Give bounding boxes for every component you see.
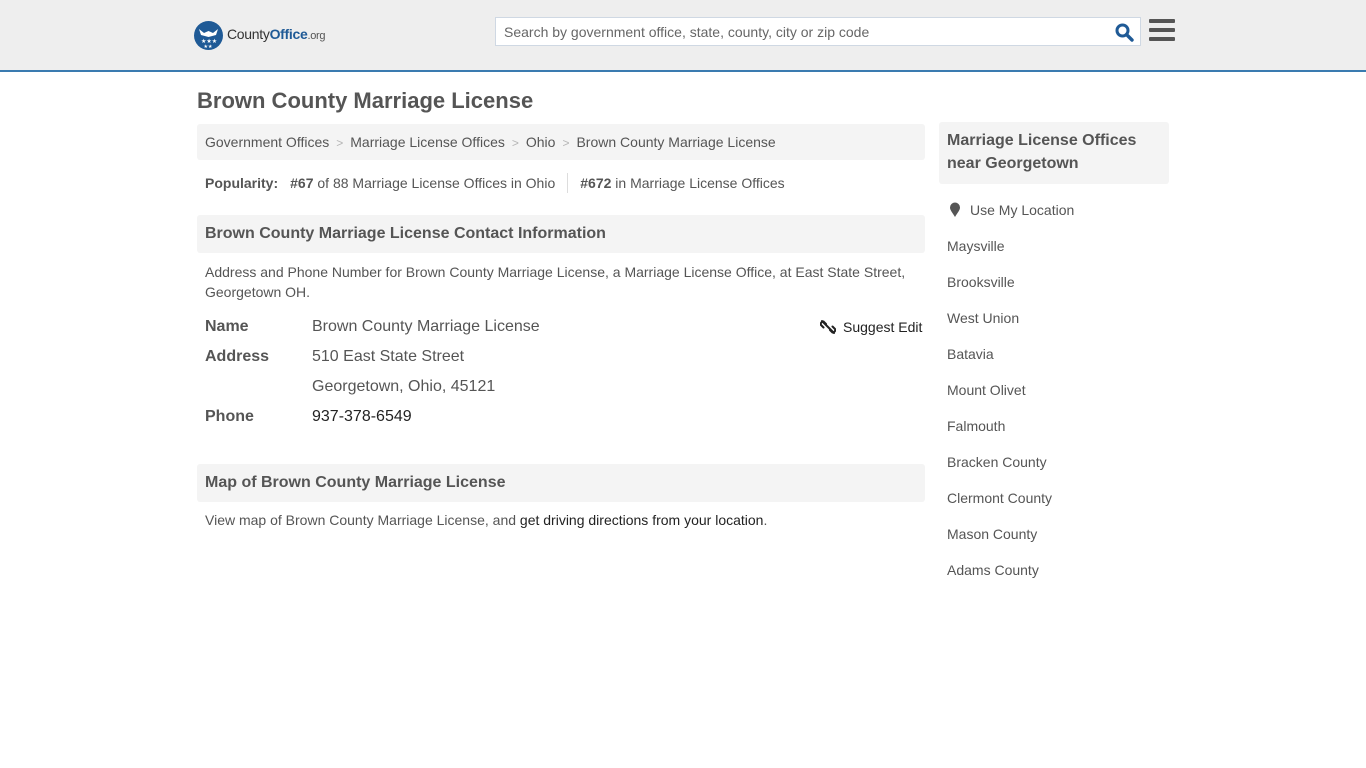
use-my-location: Use My Location bbox=[949, 201, 1074, 219]
state-rank: #67 bbox=[290, 175, 314, 191]
nearby-link-falmouth[interactable]: Falmouth bbox=[947, 418, 1005, 434]
nearby-link-mount-olivet[interactable]: Mount Olivet bbox=[947, 382, 1026, 398]
contact-section-heading: Brown County Marriage License Contact In… bbox=[197, 215, 925, 253]
nearby-link-clermont-county[interactable]: Clermont County bbox=[947, 490, 1052, 506]
breadcrumb: Government Offices > Marriage License Offi… bbox=[197, 124, 925, 160]
page-title: Brown County Marriage License bbox=[197, 88, 534, 113]
nearby-link-maysville[interactable]: Maysville bbox=[947, 238, 1005, 254]
name-label: Name bbox=[205, 318, 249, 335]
popularity: Popularity: #67 of 88 Marriage License O… bbox=[205, 172, 785, 194]
nearby-link-bracken-county[interactable]: Bracken County bbox=[947, 454, 1047, 470]
breadcrumb-separator: > bbox=[336, 136, 344, 150]
national-rank-text: in Marriage License Offices bbox=[615, 175, 785, 191]
list-item: Batavia bbox=[947, 345, 1052, 381]
menu-bar bbox=[1149, 28, 1175, 32]
national-rank: #672 bbox=[580, 175, 612, 191]
search-box bbox=[495, 17, 1141, 46]
search-input[interactable] bbox=[496, 18, 1096, 45]
site-header: ★★★ ★★ CountyOffice.org bbox=[0, 0, 1366, 72]
nearby-link-west-union[interactable]: West Union bbox=[947, 310, 1019, 326]
phone-label: Phone bbox=[205, 408, 254, 425]
list-item: Maysville bbox=[947, 237, 1052, 273]
divider bbox=[567, 173, 569, 193]
logo-text: CountyOffice.org bbox=[227, 26, 326, 42]
breadcrumb-separator: > bbox=[562, 136, 570, 150]
search-button[interactable] bbox=[1112, 21, 1136, 43]
address-line1: 510 East State Street bbox=[312, 348, 465, 365]
contact-description: Address and Phone Number for Brown Count… bbox=[205, 264, 906, 300]
name-value: Brown County Marriage License bbox=[312, 318, 540, 335]
search-icon bbox=[1115, 23, 1134, 42]
map-text: View map of Brown County Marriage Licens… bbox=[205, 512, 520, 528]
list-item: Adams County bbox=[947, 561, 1052, 597]
breadcrumb-item-current[interactable]: Brown County Marriage License bbox=[576, 134, 775, 150]
address-line2: Georgetown, Ohio, 45121 bbox=[312, 378, 496, 395]
breadcrumb-item-marriage-license-offices[interactable]: Marriage License Offices bbox=[350, 134, 505, 150]
nearby-link-batavia[interactable]: Batavia bbox=[947, 346, 994, 362]
eagle-badge-icon: ★★★ ★★ bbox=[194, 20, 223, 50]
map-text-end: . bbox=[763, 512, 768, 528]
list-item: Brooksville bbox=[947, 273, 1052, 309]
map-pin-icon bbox=[950, 202, 960, 217]
driving-directions-link[interactable]: get driving directions from your locatio… bbox=[520, 512, 764, 528]
state-rank-text: of 88 Marriage License Offices in Ohio bbox=[317, 175, 556, 191]
breadcrumb-separator: > bbox=[511, 136, 519, 150]
popularity-label: Popularity: bbox=[205, 175, 279, 191]
list-item: Mount Olivet bbox=[947, 381, 1052, 417]
nearby-link-adams-county[interactable]: Adams County bbox=[947, 562, 1039, 578]
list-item: Falmouth bbox=[947, 417, 1052, 453]
unlink-icon bbox=[820, 320, 836, 334]
list-item: Bracken County bbox=[947, 453, 1052, 489]
list-item: West Union bbox=[947, 309, 1052, 345]
use-my-location-link[interactable]: Use My Location bbox=[970, 201, 1074, 219]
hamburger-menu-icon[interactable] bbox=[1149, 19, 1175, 43]
suggest-edit-link[interactable]: Suggest Edit bbox=[843, 318, 922, 336]
nearby-link-mason-county[interactable]: Mason County bbox=[947, 526, 1037, 542]
phone-value: 937-378-6549 bbox=[312, 407, 412, 427]
map-description: View map of Brown County Marriage Licens… bbox=[205, 510, 920, 530]
breadcrumb-item-government-offices[interactable]: Government Offices bbox=[205, 134, 329, 150]
nearby-link-brooksville[interactable]: Brooksville bbox=[947, 274, 1015, 290]
menu-bar bbox=[1149, 19, 1175, 23]
nearby-offices-list: Maysville Brooksville West Union Batavia… bbox=[947, 237, 1052, 597]
address-label: Address bbox=[205, 348, 270, 365]
list-item: Clermont County bbox=[947, 489, 1052, 525]
map-section-heading: Map of Brown County Marriage License bbox=[197, 464, 925, 502]
suggest-edit: Suggest Edit bbox=[820, 318, 922, 336]
list-item: Mason County bbox=[947, 525, 1052, 561]
menu-bar bbox=[1149, 37, 1175, 41]
sidebar-heading: Marriage License Offices near Georgetown bbox=[939, 122, 1169, 184]
phone-link[interactable]: 937-378-6549 bbox=[312, 408, 412, 425]
site-logo[interactable]: ★★★ ★★ CountyOffice.org bbox=[194, 20, 326, 50]
svg-text:★★: ★★ bbox=[204, 44, 213, 50]
breadcrumb-item-ohio[interactable]: Ohio bbox=[526, 134, 556, 150]
